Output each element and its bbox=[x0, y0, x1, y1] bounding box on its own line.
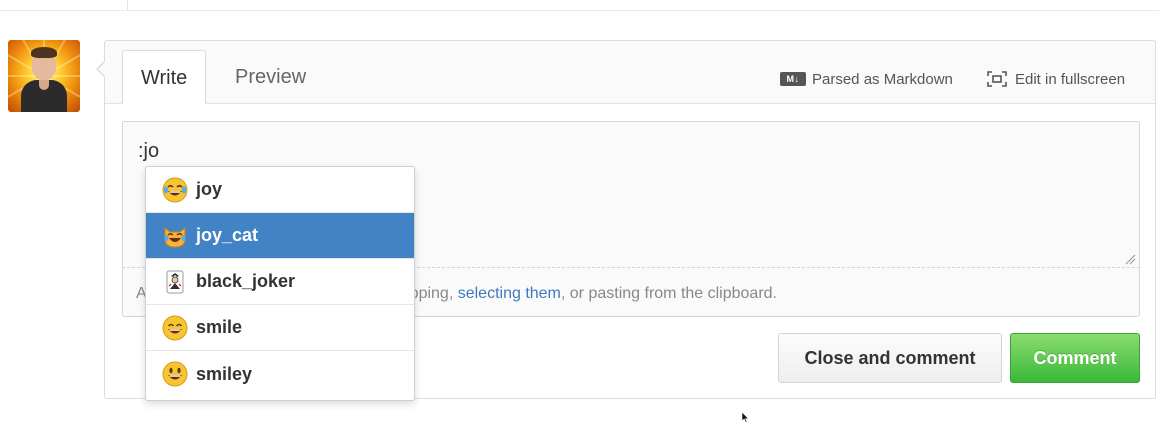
fullscreen-icon bbox=[987, 71, 1007, 87]
suggestion-item-selected[interactable]: joy_cat bbox=[146, 213, 414, 259]
suggestion-label: joy bbox=[196, 179, 223, 199]
top-divider bbox=[0, 10, 1159, 11]
drop-hint-middle: pping, bbox=[409, 285, 458, 302]
suggestion-label: black_joker bbox=[196, 271, 296, 291]
suggestion-item[interactable]: smile bbox=[146, 305, 414, 351]
comment-text-value: :jo bbox=[138, 140, 160, 162]
suggestion-item[interactable]: black_joker bbox=[146, 259, 414, 305]
close-and-comment-button[interactable]: Close and comment bbox=[778, 333, 1002, 383]
suggestion-item[interactable]: joy bbox=[146, 167, 414, 213]
suggestion-label: smile bbox=[196, 317, 243, 337]
avatar-hair bbox=[31, 47, 57, 58]
avatar[interactable] bbox=[8, 40, 80, 112]
black-joker-emoji-icon bbox=[166, 270, 184, 293]
suggestion-label: joy_cat bbox=[196, 225, 259, 245]
tab-write[interactable]: Write bbox=[122, 50, 207, 104]
suggestion-label: smiley bbox=[196, 363, 253, 384]
select-files-link[interactable]: selecting them bbox=[458, 285, 561, 302]
markdown-icon: M↓ bbox=[780, 72, 806, 86]
joy-cat-emoji-icon bbox=[164, 226, 186, 248]
tab-preview[interactable]: Preview bbox=[217, 50, 324, 104]
suggestion-item[interactable]: smiley bbox=[146, 351, 414, 397]
comment-button[interactable]: Comment bbox=[1010, 333, 1140, 383]
top-divider-tick bbox=[127, 0, 128, 10]
mouse-cursor-icon bbox=[741, 411, 749, 423]
drop-hint-suffix: , or pasting from the clipboard. bbox=[560, 285, 777, 302]
avatar-collar bbox=[39, 80, 49, 90]
smiley-emoji-icon bbox=[162, 361, 188, 387]
smile-emoji-icon bbox=[162, 315, 188, 340]
markdown-hint[interactable]: M↓ Parsed as Markdown bbox=[780, 67, 953, 91]
resize-grip-icon[interactable] bbox=[1124, 253, 1136, 265]
markdown-hint-label: Parsed as Markdown bbox=[812, 70, 953, 88]
fullscreen-button[interactable]: Edit in fullscreen bbox=[987, 67, 1125, 91]
fullscreen-label: Edit in fullscreen bbox=[1015, 70, 1126, 88]
joy-emoji-icon bbox=[162, 177, 188, 202]
emoji-suggester: joy joy_cat black_joker smile smiley bbox=[145, 166, 415, 401]
